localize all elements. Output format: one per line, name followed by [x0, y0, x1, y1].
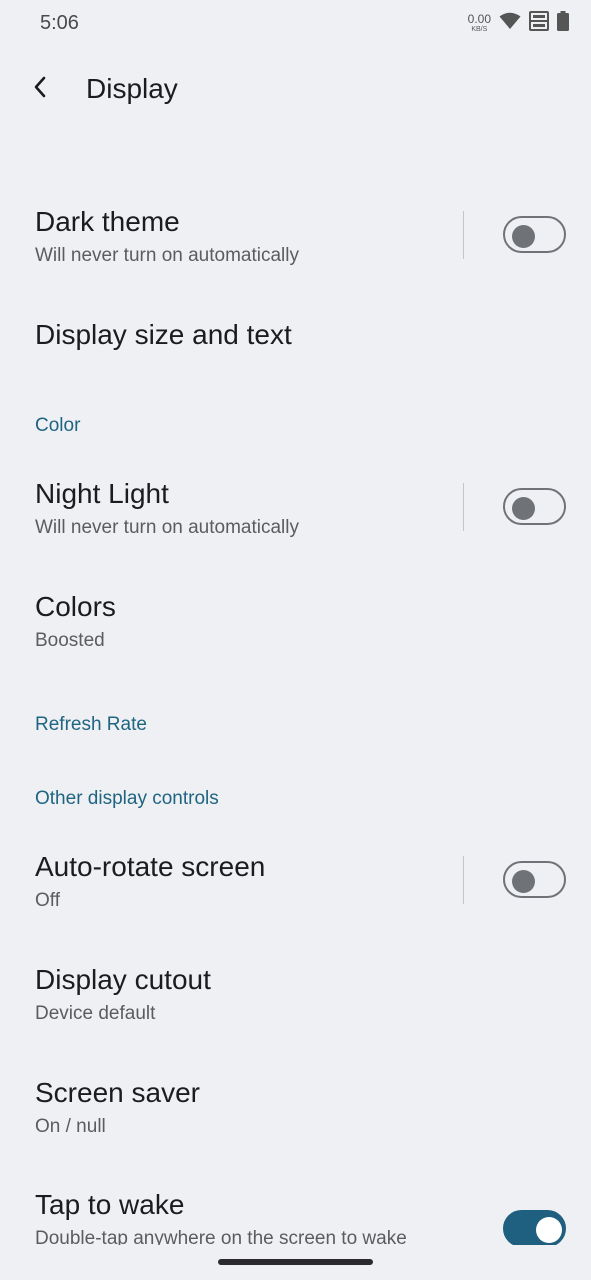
divider: [463, 856, 464, 904]
net-speed-unit: KB/S: [471, 26, 488, 33]
dark-theme-subtitle: Will never turn on automatically: [35, 245, 299, 266]
net-speed-indicator: 0.00 KB/S: [468, 13, 491, 33]
gesture-nav-handle[interactable]: [218, 1259, 373, 1265]
net-speed-value: 0.00: [467, 12, 491, 26]
tap-to-wake-title: Tap to wake: [35, 1189, 185, 1220]
tap-to-wake-row[interactable]: Tap to wake Double-tap anywhere on the s…: [0, 1173, 591, 1245]
colors-row[interactable]: Colors Boosted: [0, 575, 591, 671]
back-button[interactable]: [20, 66, 60, 112]
display-cutout-title: Display cutout: [35, 964, 211, 995]
screen-saver-subtitle: On / null: [35, 1116, 106, 1137]
dark-theme-title: Dark theme: [35, 206, 180, 237]
night-light-row[interactable]: Night Light Will never turn on automatic…: [0, 462, 591, 558]
auto-rotate-switch[interactable]: [503, 861, 566, 898]
section-header-refresh-rate: Refresh Rate: [35, 714, 147, 735]
dark-theme-switch[interactable]: [503, 216, 566, 253]
display-size-title: Display size and text: [35, 319, 292, 350]
night-light-title: Night Light: [35, 478, 169, 509]
back-arrow-icon: [32, 75, 48, 104]
screen-saver-title: Screen saver: [35, 1077, 200, 1108]
display-cutout-subtitle: Device default: [35, 1003, 156, 1024]
status-icons: 0.00 KB/S: [468, 10, 569, 36]
colors-title: Colors: [35, 591, 116, 622]
switch-knob: [536, 1217, 562, 1243]
section-header-other-display-controls: Other display controls: [35, 788, 219, 809]
auto-rotate-title: Auto-rotate screen: [35, 851, 266, 882]
wifi-icon: [499, 12, 521, 35]
page-title: Display: [86, 73, 178, 104]
battery-icon: [557, 10, 569, 36]
divider: [463, 483, 464, 531]
screen-saver-row[interactable]: Screen saver On / null: [0, 1061, 591, 1157]
auto-rotate-subtitle: Off: [35, 890, 60, 911]
tap-to-wake-switch[interactable]: [503, 1210, 566, 1245]
display-size-row[interactable]: Display size and text: [0, 300, 591, 376]
top-app-bar: Display: [0, 56, 591, 122]
switch-knob: [512, 870, 535, 893]
auto-rotate-row[interactable]: Auto-rotate screen Off: [0, 835, 591, 931]
divider: [463, 211, 464, 259]
dark-theme-row[interactable]: Dark theme Will never turn on automatica…: [0, 190, 591, 286]
section-header-color: Color: [35, 415, 81, 436]
tap-to-wake-subtitle: Double-tap anywhere on the screen to wak…: [35, 1228, 407, 1245]
switch-knob: [512, 225, 535, 248]
switch-knob: [512, 497, 535, 520]
volte-icon: [529, 10, 549, 36]
night-light-switch[interactable]: [503, 488, 566, 525]
status-time: 5:06: [40, 12, 79, 34]
display-cutout-row[interactable]: Display cutout Device default: [0, 948, 591, 1044]
status-bar: 5:06 0.00 KB/S: [0, 0, 591, 46]
colors-subtitle: Boosted: [35, 630, 105, 651]
night-light-subtitle: Will never turn on automatically: [35, 517, 299, 538]
